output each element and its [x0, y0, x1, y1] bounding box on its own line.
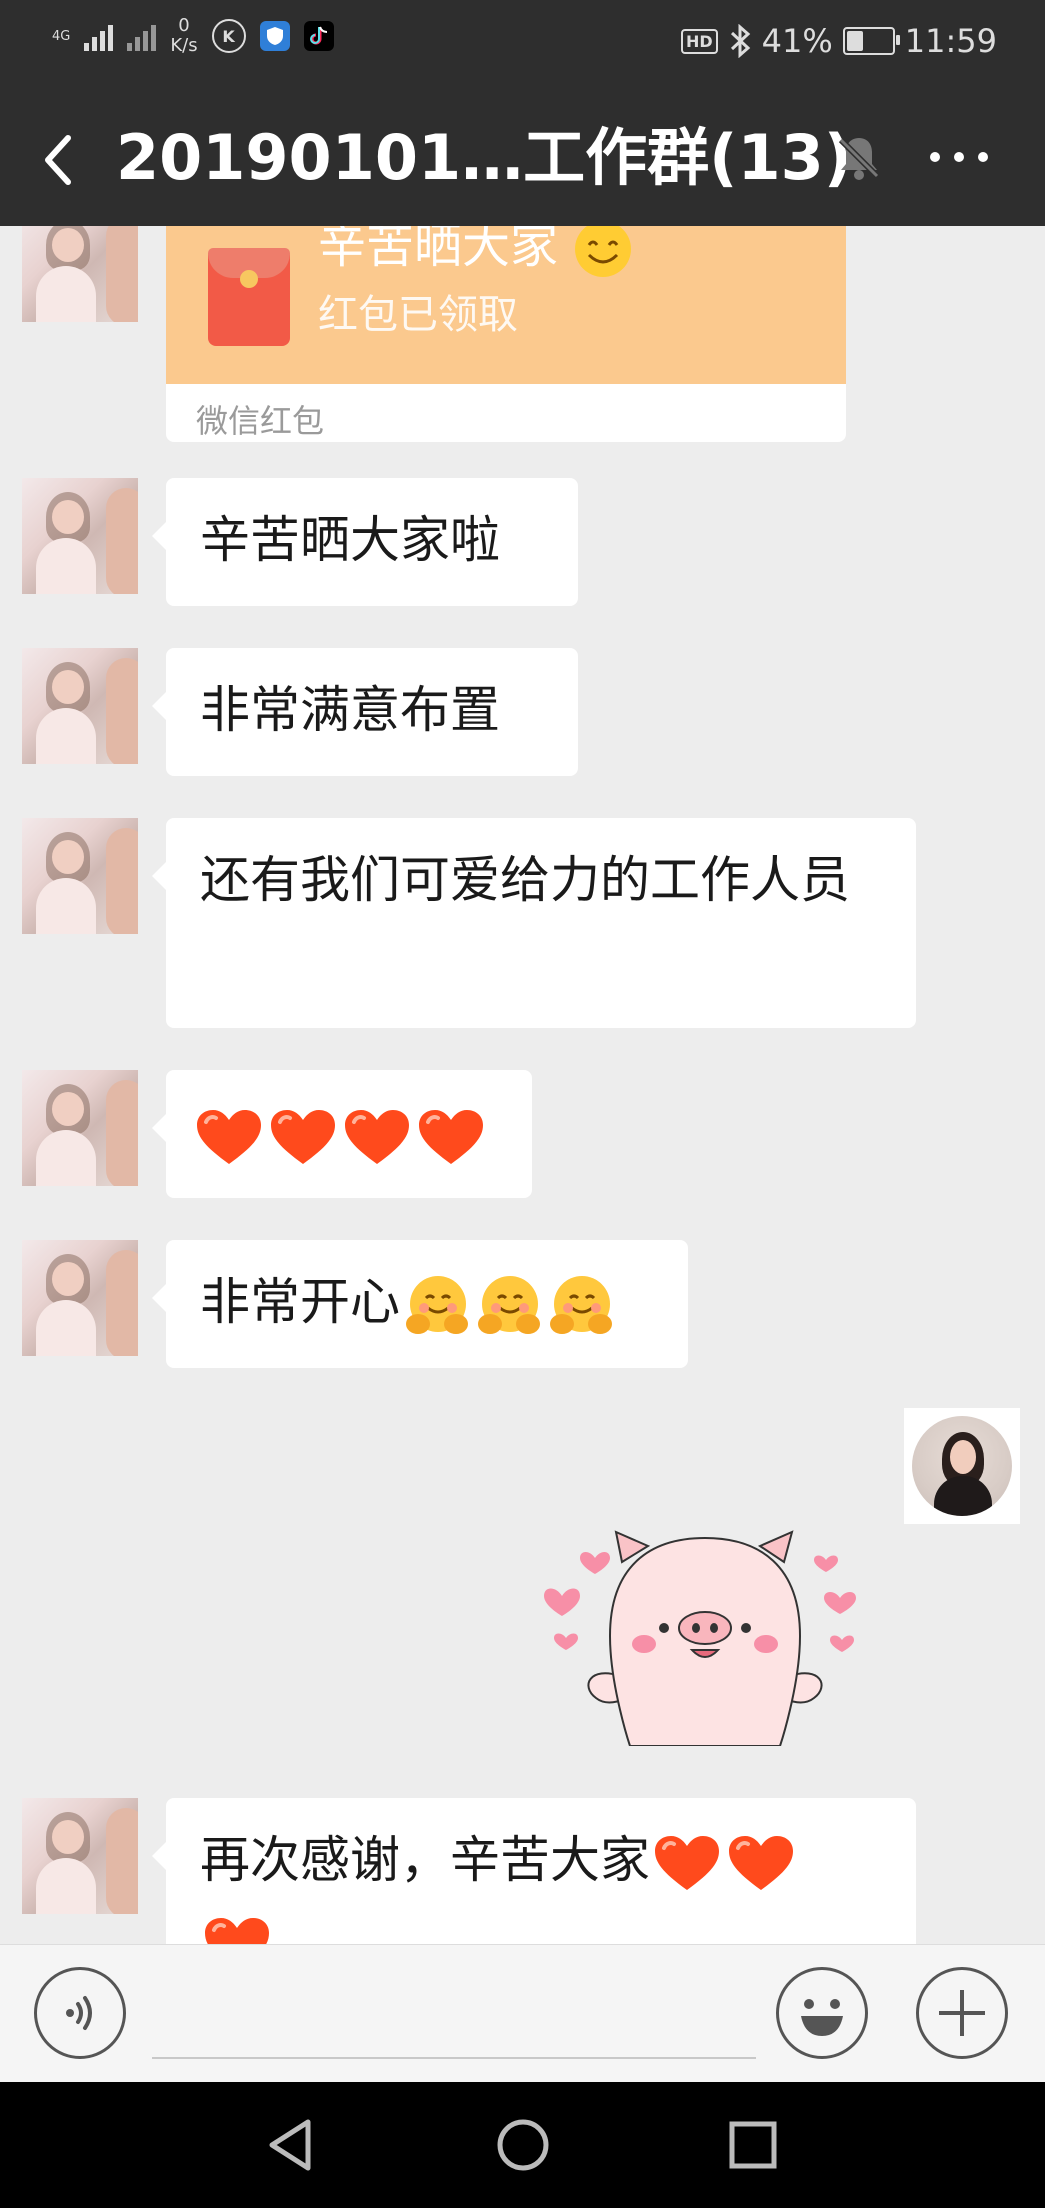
message-bubble[interactable]: 再次感谢，辛苦大家 [152, 1798, 916, 1944]
message-text: 非常满意布置 [200, 681, 500, 739]
back-arrow-icon[interactable] [38, 132, 78, 188]
signal-2-icon [127, 21, 157, 51]
red-packet-status: 红包已领取 [318, 292, 518, 338]
nav-home-icon[interactable] [496, 2118, 550, 2172]
emoji-button[interactable] [776, 1967, 868, 2059]
message-bubble[interactable]: 辛苦晒大家啦 [152, 478, 578, 606]
heart-emoji-icon [205, 1917, 269, 1944]
smile-emoji-icon [575, 226, 632, 277]
net-speed-value: 0 [178, 15, 190, 36]
message-text: 非常开心 [200, 1273, 400, 1331]
avatar[interactable] [22, 226, 138, 322]
my-avatar[interactable] [904, 1408, 1020, 1524]
chat-title: 20190101…工作群(13) [116, 121, 853, 194]
red-packet-greeting-text: 辛苦晒大家 [318, 226, 559, 274]
voice-icon [66, 1996, 92, 2030]
input-bar [0, 1944, 1045, 2083]
voice-input-button[interactable] [34, 1967, 126, 2059]
pig-sticker[interactable] [540, 1516, 870, 1746]
status-bar: 4G 0 K/s K HD 41% 11:59 [0, 0, 1045, 92]
battery-icon [842, 27, 900, 55]
red-packet-footer: 微信红包 [196, 402, 325, 440]
tiktok-app-icon [303, 21, 334, 51]
message-input[interactable] [152, 2057, 756, 2059]
clock: 11:59 [904, 22, 997, 60]
battery-fill [846, 31, 863, 51]
heart-emoji-icon [729, 1835, 793, 1890]
message-bubble[interactable]: 还有我们可爱给力的工作人员 [152, 818, 916, 1028]
heart-emoji-icon [655, 1835, 719, 1890]
more-functions-button[interactable] [916, 1967, 1008, 2059]
red-envelope-icon [208, 248, 290, 346]
bluetooth-icon [730, 24, 750, 58]
avatar[interactable] [22, 818, 138, 934]
message-bubble[interactable]: 非常开心 [152, 1240, 688, 1368]
chat-header: 20190101…工作群(13) [0, 92, 1045, 226]
net-speed: 0 K/s [170, 16, 197, 56]
hd-badge: HD [680, 28, 718, 54]
muted-bell-icon [838, 137, 880, 180]
avatar[interactable] [22, 648, 138, 764]
plus-icon [939, 1990, 985, 2036]
system-navigation-bar [0, 2082, 1045, 2208]
avatar[interactable] [22, 478, 138, 594]
hugging-face-emoji-icon [550, 1275, 612, 1334]
heart-emoji-icon [197, 1109, 261, 1164]
nav-back-icon[interactable] [266, 2118, 316, 2172]
heart-emoji-icon [419, 1109, 483, 1164]
message-text: 还有我们可爱给力的工作人员 [200, 851, 850, 909]
shield-app-icon [259, 21, 290, 51]
more-options-icon[interactable] [930, 152, 1000, 166]
avatar[interactable] [22, 1070, 138, 1186]
heart-emoji-icon [345, 1109, 409, 1164]
k-app-icon: K [211, 19, 246, 53]
chat-messages[interactable]: 辛苦晒大家 红包已领取 微信红包 辛苦晒大家啦 非常满意布置 还有我们可爱给力的… [0, 226, 1045, 1944]
heart-emoji-icon [271, 1109, 335, 1164]
nav-recents-icon[interactable] [728, 2120, 778, 2170]
red-packet-greeting: 辛苦晒大家 [318, 226, 633, 279]
message-bubble[interactable]: 非常满意布置 [152, 648, 578, 776]
avatar[interactable] [22, 1798, 138, 1914]
battery-percent: 41% [761, 22, 833, 60]
smiley-icon [801, 1999, 843, 2036]
net-speed-unit: K/s [170, 35, 198, 56]
avatar[interactable] [22, 1240, 138, 1356]
hugging-face-emoji-icon [406, 1275, 468, 1334]
status-right: HD 41% 11:59 [680, 22, 997, 60]
status-left: 4G 0 K/s K [52, 16, 334, 56]
hugging-face-emoji-icon [478, 1275, 540, 1334]
message-text: 再次感谢，辛苦大家 [200, 1831, 650, 1889]
network-type: 4G [52, 28, 71, 44]
signal-icon [84, 21, 114, 51]
message-text: 辛苦晒大家啦 [200, 511, 500, 569]
red-packet-message[interactable]: 辛苦晒大家 红包已领取 微信红包 [166, 226, 846, 442]
message-bubble[interactable] [152, 1070, 532, 1198]
